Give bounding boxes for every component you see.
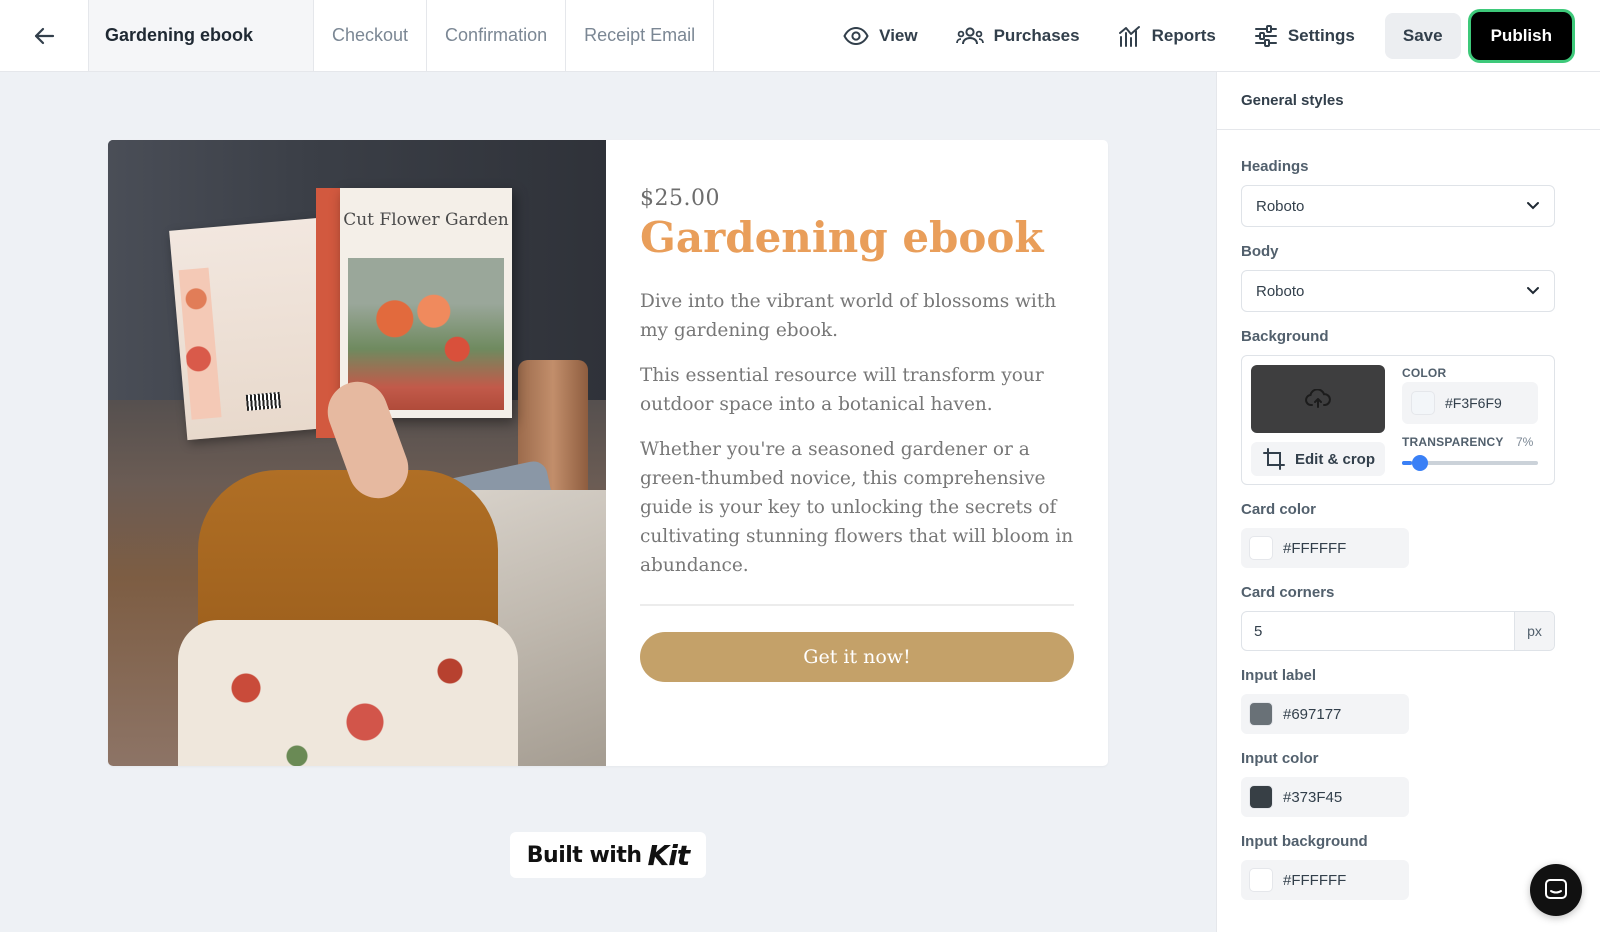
input-background-label: Input background [1241, 833, 1368, 850]
tab-label: Checkout [332, 25, 409, 45]
built-with-kit-badge[interactable]: Built with Kit [510, 832, 706, 878]
tab-checkout[interactable]: Checkout [314, 0, 428, 71]
background-image-upload[interactable] [1251, 365, 1385, 433]
eye-icon [843, 26, 869, 45]
edit-crop-label: Edit & crop [1295, 450, 1376, 468]
card-corners-label: Card corners [1241, 584, 1335, 601]
input-label-color-swatch [1249, 702, 1273, 726]
tab-label: Gardening ebook [105, 25, 254, 45]
back-button[interactable] [0, 0, 88, 71]
input-label-color-input[interactable]: #697177 [1241, 694, 1409, 734]
product-description-1[interactable]: Dive into the vibrant world of blossoms … [640, 287, 1074, 345]
headings-font-select[interactable]: Roboto [1241, 185, 1555, 227]
background-color-value: #F3F6F9 [1445, 395, 1502, 411]
topbar-actions: View Purchases Reports Settings Save Pub… [805, 0, 1600, 71]
input-background-input[interactable]: #FFFFFF [1241, 860, 1409, 900]
users-icon [955, 26, 984, 44]
arrow-left-icon [34, 27, 55, 44]
headings-label: Headings [1241, 158, 1309, 175]
reports-label: Reports [1151, 25, 1216, 45]
card-corners-input[interactable]: 5 px [1241, 611, 1555, 651]
styles-sidebar: General styles Headings Roboto Body Robo… [1216, 72, 1600, 932]
card-corners-unit: px [1514, 612, 1554, 650]
tab-label: Confirmation [445, 25, 548, 45]
purchases-label: Purchases [993, 25, 1080, 45]
background-label: Background [1241, 328, 1329, 345]
headings-font-value: Roboto [1256, 197, 1305, 215]
card-corners-value[interactable]: 5 [1242, 612, 1514, 650]
crop-icon [1263, 448, 1285, 470]
view-label: View [879, 25, 918, 45]
product-image[interactable]: Cut Flower Garden [108, 140, 606, 766]
input-label-color-value: #697177 [1283, 705, 1342, 723]
body-label: Body [1241, 243, 1279, 260]
built-with-text: Built with [526, 842, 642, 868]
background-color-input[interactable]: #F3F6F9 [1402, 382, 1538, 424]
product-price[interactable]: $25.00 [640, 186, 1074, 211]
chart-icon [1118, 25, 1140, 47]
product-card-body: $25.00 Gardening ebook Dive into the vib… [606, 140, 1108, 766]
card-color-swatch [1249, 536, 1273, 560]
settings-button[interactable]: Settings [1254, 24, 1355, 47]
tab-label: Receipt Email [584, 25, 696, 45]
chevron-down-icon [1527, 287, 1539, 295]
purchases-button[interactable]: Purchases [955, 25, 1080, 46]
tab-gardening-ebook[interactable]: Gardening ebook [88, 0, 314, 71]
divider [640, 604, 1074, 606]
chat-support-button[interactable] [1530, 864, 1582, 916]
transparency-slider-fill [1402, 461, 1412, 465]
sidebar-title: General styles [1217, 72, 1600, 130]
transparency-value: 7% [1516, 435, 1534, 449]
input-background-value: #FFFFFF [1283, 871, 1347, 889]
input-background-swatch [1249, 868, 1273, 892]
body-font-value: Roboto [1256, 282, 1305, 300]
transparency-slider-handle[interactable] [1411, 455, 1428, 471]
body-font-select[interactable]: Roboto [1241, 270, 1555, 312]
view-button[interactable]: View [843, 25, 918, 46]
book-cover-title: Cut Flower Garden [343, 210, 509, 230]
input-color-swatch [1249, 785, 1273, 809]
background-settings: Edit & crop COLOR #F3F6F9 TRANSPARENCY 7… [1241, 355, 1555, 485]
card-color-value: #FFFFFF [1283, 539, 1347, 557]
input-color-label: Input color [1241, 750, 1319, 767]
edit-crop-button[interactable]: Edit & crop [1251, 442, 1385, 476]
get-it-now-button[interactable]: Get it now! [640, 632, 1074, 682]
reports-button[interactable]: Reports [1118, 25, 1216, 47]
kit-logo: Kit [647, 838, 691, 872]
product-description-3[interactable]: Whether you're a seasoned gardener or a … [640, 435, 1074, 580]
input-color-input[interactable]: #373F45 [1241, 777, 1409, 817]
settings-label: Settings [1287, 25, 1355, 45]
tab-receipt-email[interactable]: Receipt Email [566, 0, 715, 71]
transparency-label: TRANSPARENCY [1402, 435, 1504, 449]
photo-book-back [169, 217, 337, 441]
save-button[interactable]: Save [1384, 12, 1461, 59]
color-label: COLOR [1402, 366, 1447, 380]
product-card[interactable]: Cut Flower Garden $25.00 Gardening ebook… [108, 140, 1108, 766]
transparency-slider[interactable] [1402, 455, 1538, 471]
input-color-value: #373F45 [1283, 788, 1343, 806]
cloud-upload-icon [1305, 389, 1331, 408]
page-preview-canvas: Cut Flower Garden $25.00 Gardening ebook… [0, 72, 1216, 932]
publish-button[interactable]: Publish [1470, 11, 1572, 60]
photo-floral-skirt [178, 620, 518, 766]
chevron-down-icon [1527, 202, 1539, 210]
product-title[interactable]: Gardening ebook [640, 213, 1074, 263]
chat-icon [1545, 879, 1567, 899]
sliders-icon [1254, 24, 1277, 47]
card-color-input[interactable]: #FFFFFF [1241, 528, 1409, 568]
top-bar: Gardening ebook Checkout Confirmation Re… [0, 0, 1600, 72]
product-description-2[interactable]: This essential resource will transform y… [640, 361, 1074, 419]
card-color-label: Card color [1241, 501, 1317, 518]
input-label-label: Input label [1241, 667, 1316, 684]
tab-confirmation[interactable]: Confirmation [427, 0, 567, 71]
background-color-swatch [1411, 391, 1435, 415]
